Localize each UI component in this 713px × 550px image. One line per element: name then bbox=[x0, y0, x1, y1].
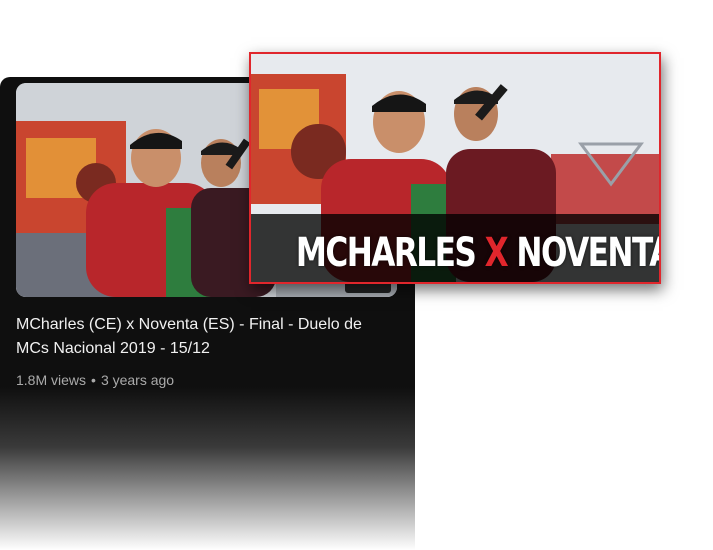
comparison-stage: MCharles (CE) x Noventa (ES) - Final - D… bbox=[0, 0, 713, 550]
overlay-name-right: NOVENTA bbox=[516, 230, 661, 276]
view-count: 1.8M views bbox=[16, 372, 87, 388]
video-title[interactable]: MCharles (CE) x Noventa (ES) - Final - D… bbox=[16, 313, 386, 361]
meta-separator: • bbox=[91, 372, 96, 388]
highlighted-thumbnail: MCHARLES X NOVENTA bbox=[249, 52, 661, 284]
upload-age: 3 years ago bbox=[100, 372, 175, 388]
overlay-versus: X bbox=[484, 230, 509, 276]
overlay-name-left: MCHARLES bbox=[295, 230, 477, 276]
video-metadata: 1.8M views • 3 years ago bbox=[16, 370, 174, 390]
thumbnail-overlay-title: MCHARLES X NOVENTA bbox=[295, 230, 659, 276]
